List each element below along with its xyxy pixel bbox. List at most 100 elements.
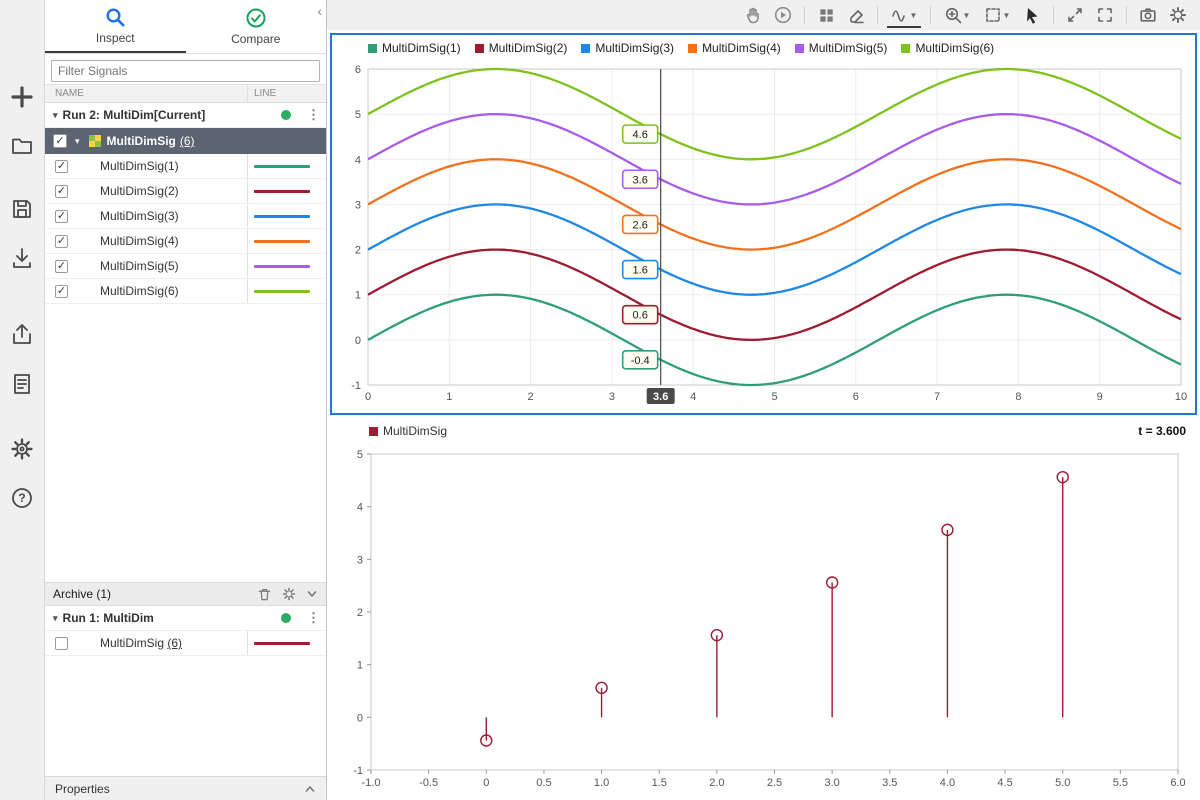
- signal-checkbox[interactable]: ✓: [55, 159, 68, 173]
- toolbar-separator: [877, 6, 878, 24]
- group-checkbox[interactable]: ✓: [53, 134, 67, 148]
- clear-plots-button[interactable]: [844, 3, 868, 27]
- collapse-group-icon[interactable]: ▾: [75, 136, 80, 147]
- svg-text:-1.0: -1.0: [362, 777, 381, 789]
- run1-row[interactable]: ▾ Run 1: MultiDim ⋮: [45, 606, 326, 631]
- check-circle-icon: [245, 7, 267, 29]
- archive-signal-checkbox[interactable]: [55, 636, 68, 650]
- signal-checkbox[interactable]: ✓: [55, 284, 68, 298]
- signal-line-sample: [247, 279, 326, 303]
- signal-checkbox[interactable]: ✓: [55, 184, 68, 198]
- signal-line-sample: [247, 204, 326, 228]
- svg-text:5: 5: [355, 109, 361, 121]
- signal-row[interactable]: ✓ MultiDimSig(2): [45, 179, 326, 204]
- signal-checkbox[interactable]: ✓: [55, 259, 68, 273]
- svg-text:1.5: 1.5: [652, 777, 667, 789]
- sine-waves-plot[interactable]: 0 1 2 3 4 5 6 7 8 9 10 -1 0 1 2 3 4 5 6 -0.4 0.6 1.6 2.6 3.6 4.6…: [332, 61, 1195, 411]
- signal-line-sample: [247, 229, 326, 253]
- zoom-in-button[interactable]: ▼: [940, 3, 974, 27]
- trash-icon[interactable]: [257, 587, 272, 602]
- toolbar-separator: [1126, 6, 1127, 24]
- stem-plot[interactable]: -1.0 -0.5 0 0.5 1.0 1.5 2.0 2.5 3.0 3.5 4.0 4.5 5.0 5…: [331, 444, 1196, 796]
- bottom-subplot[interactable]: MultiDimSig t = 3.600 -1.0 -0.5 0 0.5 1.0 1.5…: [327, 418, 1200, 800]
- run1-label: Run 1: MultiDim: [62, 611, 154, 625]
- archive-settings-gear-icon[interactable]: [282, 587, 296, 601]
- camera-icon: [1139, 6, 1157, 24]
- snapshot-button[interactable]: [1136, 3, 1160, 27]
- pan-button[interactable]: [741, 3, 765, 27]
- collapse-archive-icon[interactable]: [306, 588, 318, 600]
- svg-text:1: 1: [355, 290, 361, 302]
- svg-text:-0.5: -0.5: [419, 777, 438, 789]
- chevron-down-icon: ▼: [1002, 10, 1011, 20]
- column-headers: NAME LINE: [45, 84, 326, 103]
- zoom-region-button[interactable]: ▼: [980, 3, 1014, 27]
- collapse-sidebar-icon[interactable]: ‹: [317, 4, 322, 18]
- tab-compare[interactable]: Compare: [186, 0, 327, 53]
- new-button[interactable]: [7, 82, 37, 112]
- fit-to-view-button[interactable]: [1063, 3, 1087, 27]
- export-button[interactable]: [7, 320, 37, 350]
- signal-row[interactable]: ✓ MultiDimSig(5): [45, 254, 326, 279]
- svg-text:4: 4: [690, 391, 696, 403]
- help-button[interactable]: ?: [7, 483, 37, 513]
- fullscreen-button[interactable]: [1093, 3, 1117, 27]
- multidim-signal-icon: [88, 135, 101, 147]
- run2-row[interactable]: ▾ Run 2: MultiDim[Current] ⋮: [45, 103, 326, 128]
- signal-row[interactable]: ✓ MultiDimSig(3): [45, 204, 326, 229]
- properties-bar[interactable]: Properties: [45, 776, 326, 800]
- open-button[interactable]: [7, 131, 37, 161]
- signal-row[interactable]: ✓ MultiDimSig(6): [45, 279, 326, 304]
- svg-text:2: 2: [355, 245, 361, 257]
- top-subplot[interactable]: MultiDimSig(1) MultiDimSig(2) MultiDimSig(…: [330, 33, 1197, 415]
- signal-checkbox[interactable]: ✓: [55, 209, 68, 223]
- run1-menu-icon[interactable]: ⋮: [307, 610, 320, 626]
- toolbar-separator: [804, 6, 805, 24]
- signal-line-sample: [247, 179, 326, 203]
- svg-text:4: 4: [355, 154, 361, 166]
- archive-signal-count-link[interactable]: (6): [167, 636, 182, 650]
- svg-text:5: 5: [357, 449, 363, 461]
- svg-text:7: 7: [934, 391, 940, 403]
- archive-header[interactable]: Archive (1): [45, 582, 326, 606]
- chevron-down-icon: ▼: [909, 10, 918, 20]
- collapse-properties-icon[interactable]: [304, 783, 316, 795]
- layout-button[interactable]: [814, 3, 838, 27]
- tab-inspect[interactable]: Inspect: [45, 0, 186, 53]
- import-icon: [10, 246, 34, 270]
- svg-text:2.6: 2.6: [633, 219, 648, 231]
- svg-text:4.0: 4.0: [940, 777, 955, 789]
- filter-signals-input[interactable]: [51, 60, 320, 82]
- import-button[interactable]: [7, 243, 37, 273]
- collapse-run2-icon[interactable]: ▾: [53, 110, 58, 121]
- signal-row[interactable]: ✓ MultiDimSig(1): [45, 154, 326, 179]
- svg-text:1.6: 1.6: [633, 265, 648, 277]
- multidimsig-group-row[interactable]: ✓ ▾ MultiDimSig (6): [45, 128, 326, 154]
- signal-line-sample: [247, 154, 326, 178]
- run-button[interactable]: [771, 3, 795, 27]
- group-count-link[interactable]: (6): [180, 134, 195, 148]
- save-button[interactable]: [7, 194, 37, 224]
- data-cursor-button[interactable]: [1020, 3, 1044, 27]
- search-icon: [104, 6, 126, 28]
- legend-item: MultiDimSig(1): [368, 41, 461, 55]
- report-button[interactable]: [7, 369, 37, 399]
- run2-menu-icon[interactable]: ⋮: [307, 107, 320, 123]
- group-name: MultiDimSig: [106, 134, 176, 148]
- signal-label: MultiDimSig(6): [100, 284, 179, 298]
- archive-signal-row[interactable]: MultiDimSig (6): [45, 631, 326, 656]
- signal-label: MultiDimSig(1): [100, 159, 179, 173]
- expand-arrows-icon: [1066, 6, 1084, 24]
- collapse-run1-icon[interactable]: ▾: [53, 613, 58, 624]
- svg-text:2.0: 2.0: [709, 777, 724, 789]
- plot-settings-button[interactable]: [1166, 3, 1190, 27]
- signal-style-button[interactable]: ▼: [887, 2, 921, 28]
- plot-toolbar: ▼ ▼ ▼: [327, 0, 1200, 30]
- signal-line-sample: [247, 254, 326, 278]
- signal-row[interactable]: ✓ MultiDimSig(4): [45, 229, 326, 254]
- signal-checkbox[interactable]: ✓: [55, 234, 68, 248]
- bottom-legend: MultiDimSig t = 3.600: [331, 418, 1196, 444]
- column-line: LINE: [247, 85, 326, 102]
- preferences-button[interactable]: [7, 434, 37, 464]
